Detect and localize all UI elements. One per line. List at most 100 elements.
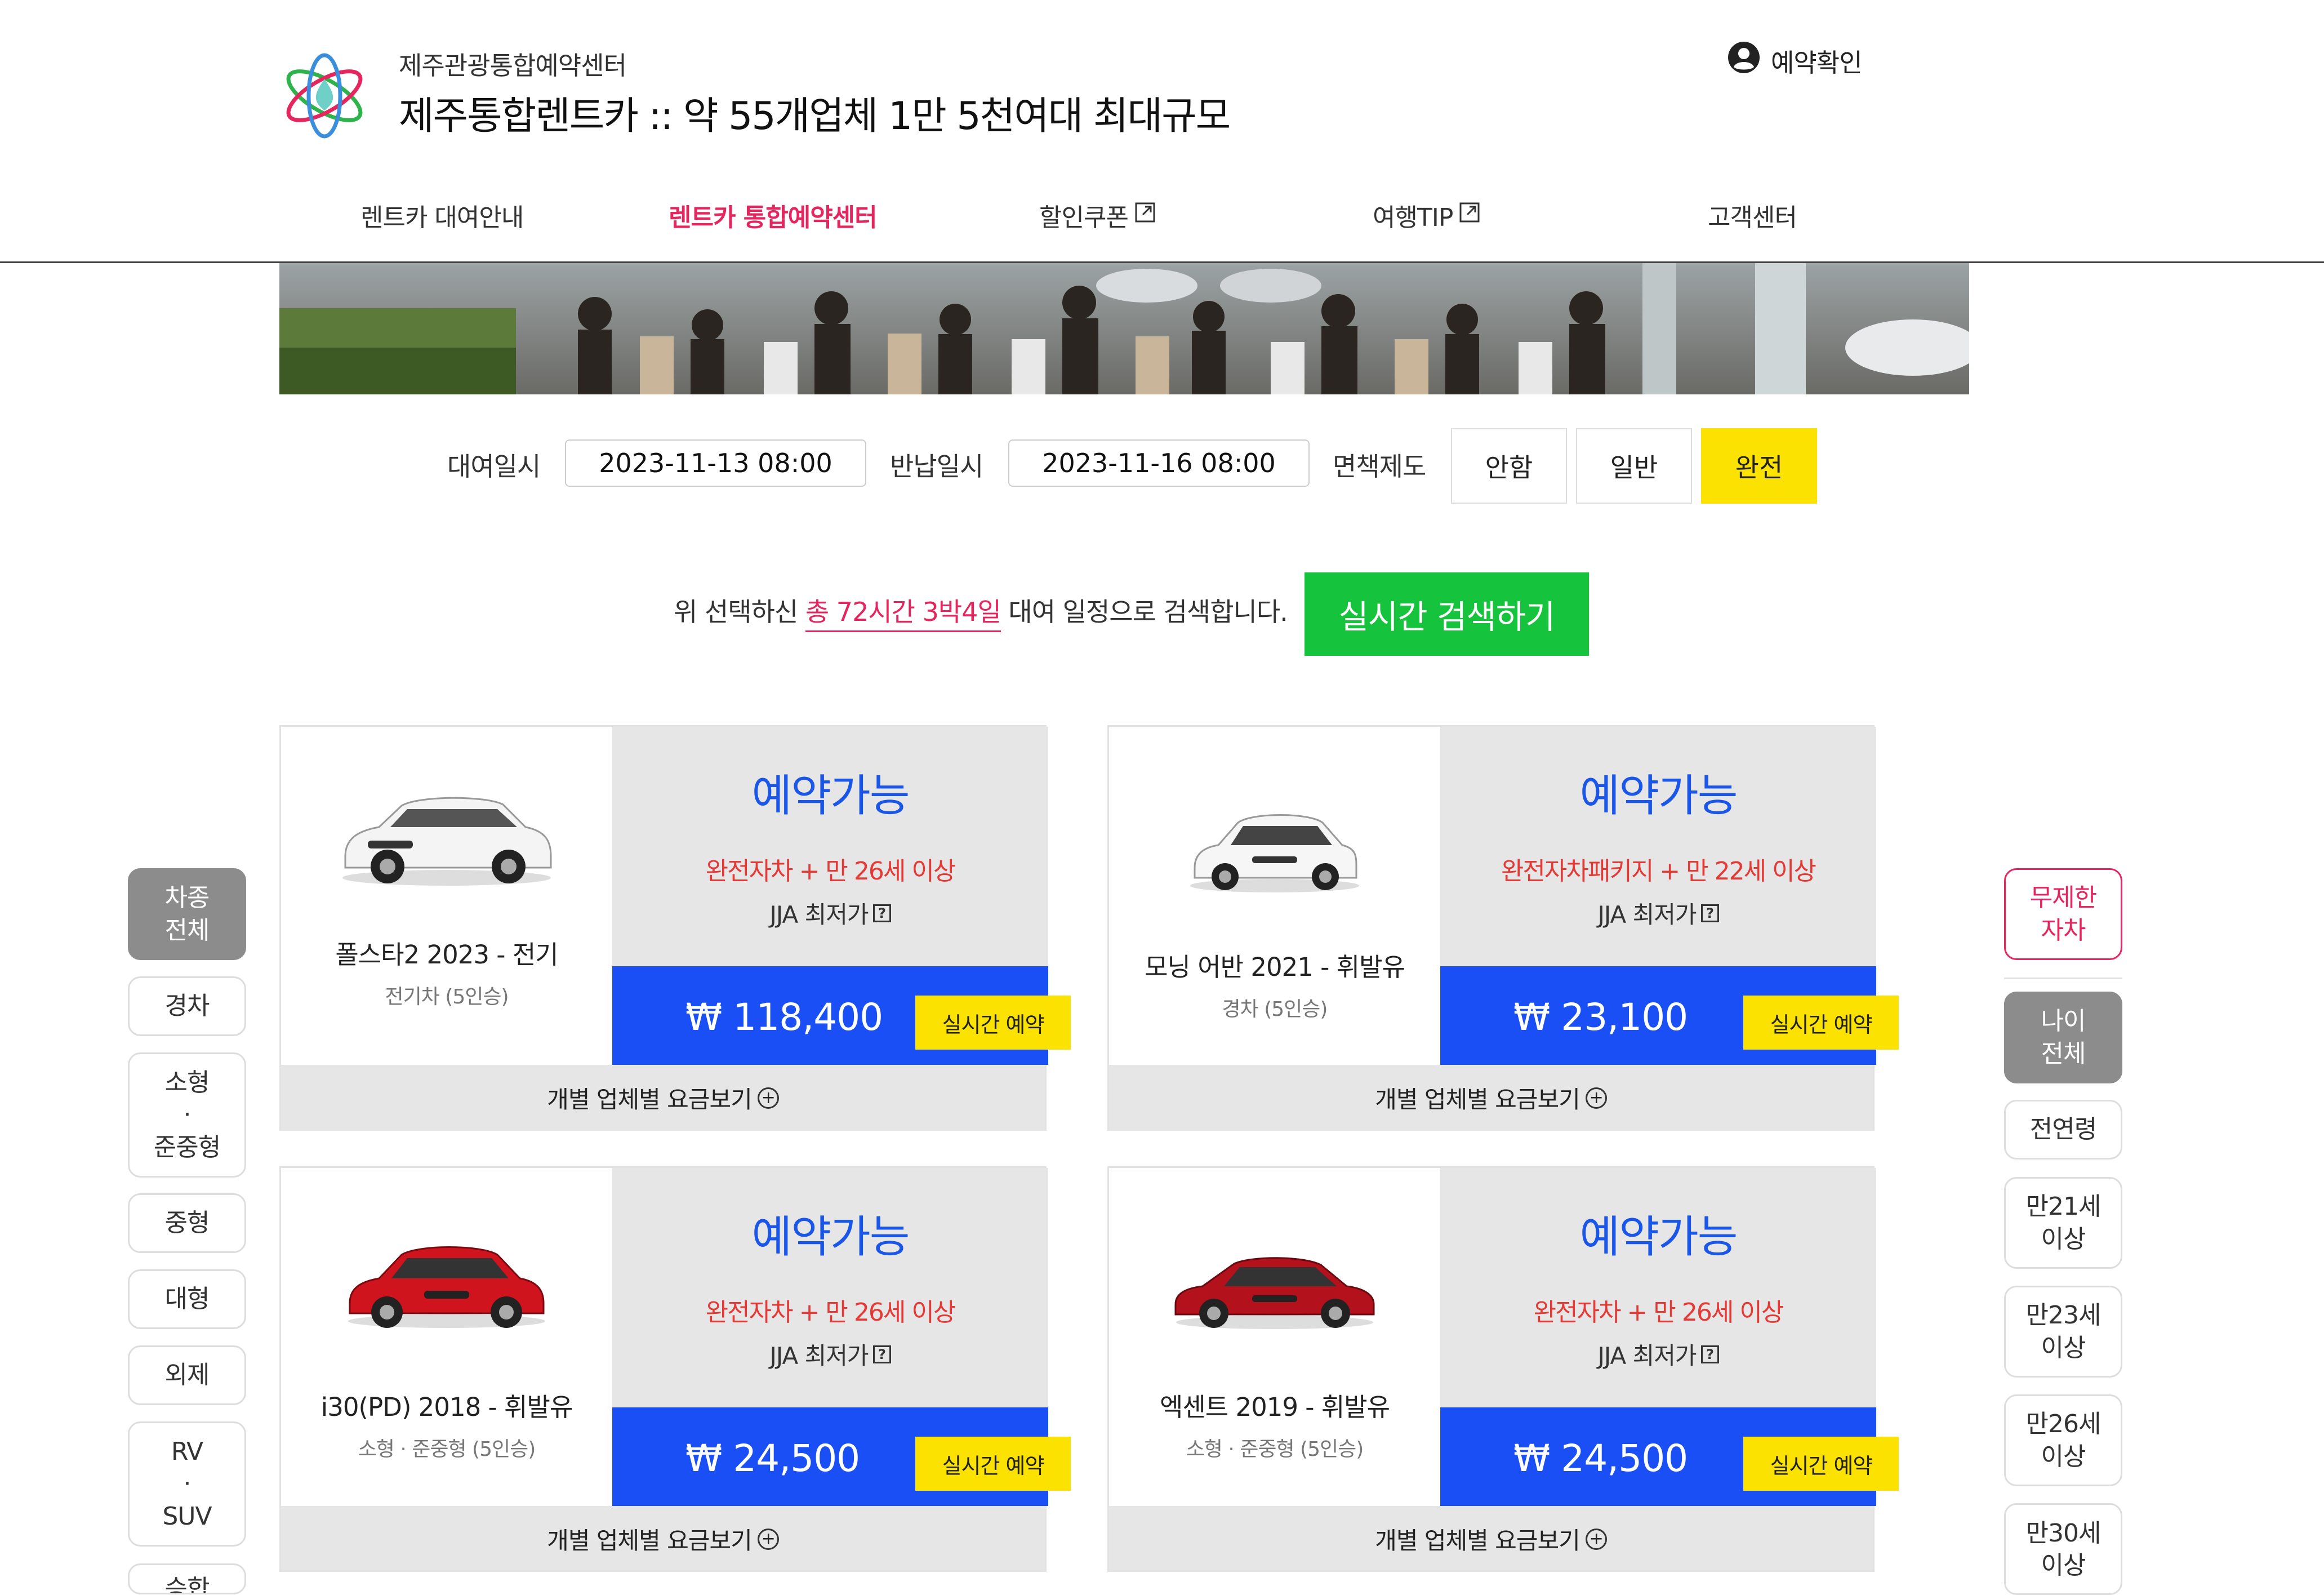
- filter-age-23[interactable]: 만23세 이상: [2004, 1286, 2122, 1378]
- rent-date-input[interactable]: 2023-11-13 08:00: [565, 439, 866, 487]
- price-bar: ₩ 24,500 실시간 예약: [612, 1407, 1071, 1506]
- filter-age-any[interactable]: 전연령: [2004, 1100, 2122, 1159]
- filter-rv-suv[interactable]: RV · SUV: [128, 1421, 246, 1547]
- filter-light-car[interactable]: 경차: [128, 976, 246, 1036]
- plus-circle-icon: +: [1585, 1087, 1607, 1109]
- car-image: [1174, 1257, 1375, 1329]
- car-class: 경차 (5인승): [1222, 998, 1328, 1021]
- price-value: ₩ 118,400: [685, 996, 883, 1039]
- car-image: [348, 1246, 545, 1328]
- price-bar: ₩ 23,100 실시간 예약: [1440, 966, 1899, 1065]
- help-icon[interactable]: ?: [872, 1345, 891, 1363]
- car-name: 폴스타2 2023 - 전기: [335, 940, 558, 970]
- insurance-label: 면책제도: [1333, 451, 1426, 482]
- price-panel: 예약가능 완전자차 + 만 26세 이상 JJA 최저가? ₩ 118,400 …: [612, 727, 1071, 1065]
- plus-circle-icon: +: [1585, 1528, 1607, 1550]
- car-info[interactable]: 엑센트 2019 - 휘발유 소형 · 준중형 (5인승): [1109, 1168, 1440, 1506]
- price-panel: 예약가능 완전자차 + 만 26세 이상 JJA 최저가? ₩ 24,500 실…: [1440, 1168, 1899, 1506]
- filter-midsize-car[interactable]: 중형: [128, 1193, 246, 1253]
- rental-condition: 완전자차 + 만 26세 이상: [705, 857, 956, 886]
- view-company-prices-button[interactable]: 개별 업체별 요금보기 +: [1109, 1506, 1873, 1572]
- filter-age-21[interactable]: 만21세 이상: [2004, 1177, 2122, 1269]
- rent-date-label: 대여일시: [447, 451, 541, 482]
- price-panel: 예약가능 완전자차패키지 + 만 22세 이상 JJA 최저가? ₩ 23,10…: [1440, 727, 1899, 1065]
- user-icon: [1727, 41, 1761, 81]
- car-card: 모닝 어반 2021 - 휘발유 경차 (5인승) 예약가능 완전자차패키지 +…: [1107, 725, 1899, 1131]
- help-icon[interactable]: ?: [1700, 904, 1719, 922]
- realtime-reserve-button[interactable]: 실시간 예약: [1743, 1437, 1899, 1491]
- filter-van[interactable]: 승합: [128, 1563, 246, 1594]
- duration-highlight: 총 72시간 3박4일: [805, 597, 1001, 632]
- view-company-prices-button[interactable]: 개별 업체별 요금보기 +: [281, 1065, 1045, 1131]
- nav-travel-tip[interactable]: 여행TIP: [1373, 197, 1481, 233]
- price-bar: ₩ 118,400 실시간 예약: [612, 966, 1071, 1065]
- realtime-reserve-button[interactable]: 실시간 예약: [915, 996, 1071, 1050]
- car-image: [1190, 814, 1359, 892]
- price-bar: ₩ 24,500 실시간 예약: [1440, 1407, 1899, 1506]
- car-class: 전기차 (5인승): [385, 985, 509, 1008]
- availability-status: 예약가능: [751, 1212, 910, 1263]
- nav-customer-center[interactable]: 고객센터: [1708, 197, 1797, 233]
- filter-car-all[interactable]: 차종 전체: [128, 868, 246, 960]
- filter-age-all[interactable]: 나이 전체: [2004, 992, 2122, 1083]
- car-name: 모닝 어반 2021 - 휘발유: [1145, 952, 1405, 982]
- availability-status: 예약가능: [1579, 1212, 1738, 1263]
- realtime-reserve-button[interactable]: 실시간 예약: [1743, 996, 1899, 1050]
- filter-import-car[interactable]: 외제: [128, 1345, 246, 1405]
- site-logo[interactable]: [279, 46, 369, 145]
- lowest-price-label: JJA 최저가?: [1440, 896, 1876, 930]
- price-value: ₩ 23,100: [1513, 996, 1688, 1039]
- view-company-prices-button[interactable]: 개별 업체별 요금보기 +: [1109, 1065, 1873, 1131]
- realtime-reserve-button[interactable]: 실시간 예약: [915, 1437, 1071, 1491]
- car-info[interactable]: 폴스타2 2023 - 전기 전기차 (5인승): [281, 727, 612, 1065]
- plus-circle-icon: +: [757, 1087, 779, 1109]
- lowest-price-label: JJA 최저가?: [1440, 1337, 1876, 1371]
- rental-condition: 완전자차패키지 + 만 22세 이상: [1501, 857, 1817, 886]
- return-date-input[interactable]: 2023-11-16 08:00: [1008, 439, 1310, 487]
- price-value: ₩ 24,500: [685, 1437, 860, 1480]
- help-icon[interactable]: ?: [1700, 1345, 1719, 1363]
- right-filter-divider: [2004, 978, 2122, 979]
- car-class: 소형 · 준중형 (5인승): [358, 1438, 536, 1461]
- help-icon[interactable]: ?: [872, 904, 891, 922]
- filter-unlimited-insurance[interactable]: 무제한 자차: [2004, 868, 2122, 960]
- car-info[interactable]: 모닝 어반 2021 - 휘발유 경차 (5인승): [1109, 727, 1440, 1065]
- nav-discount-coupon[interactable]: 할인쿠폰: [1039, 197, 1156, 233]
- filter-age-30[interactable]: 만30세 이상: [2004, 1503, 2122, 1595]
- filter-age-26[interactable]: 만26세 이상: [2004, 1394, 2122, 1486]
- nav-rental-guide[interactable]: 렌트카 대여안내: [360, 197, 524, 233]
- view-company-prices-button[interactable]: 개별 업체별 요금보기 +: [281, 1506, 1045, 1572]
- insurance-none-button[interactable]: 안함: [1451, 428, 1567, 504]
- realtime-search-button[interactable]: 실시간 검색하기: [1305, 572, 1589, 656]
- site-name: 제주관광통합예약센터: [399, 51, 627, 81]
- availability-status: 예약가능: [1579, 771, 1738, 821]
- car-card: i30(PD) 2018 - 휘발유 소형 · 준중형 (5인승) 예약가능 완…: [279, 1166, 1071, 1572]
- reservation-check-link[interactable]: 예약확인: [1727, 41, 1863, 81]
- search-summary: 위 선택하신 총 72시간 3박4일 대여 일정으로 검색합니다.: [674, 592, 1288, 632]
- price-panel: 예약가능 완전자차 + 만 26세 이상 JJA 최저가? ₩ 24,500 실…: [612, 1168, 1071, 1506]
- nav-reservation-center[interactable]: 렌트카 통합예약센터: [669, 197, 878, 233]
- car-name: i30(PD) 2018 - 휘발유: [320, 1392, 573, 1422]
- external-link-icon: [1458, 201, 1481, 230]
- rental-condition: 완전자차 + 만 26세 이상: [1533, 1298, 1784, 1327]
- car-card: 엑센트 2019 - 휘발유 소형 · 준중형 (5인승) 예약가능 완전자차 …: [1107, 1166, 1899, 1572]
- page-headline: 제주통합렌트카 :: 약 55개업체 1만 5천여대 최대규모: [399, 94, 1231, 139]
- car-info[interactable]: i30(PD) 2018 - 휘발유 소형 · 준중형 (5인승): [281, 1168, 612, 1506]
- external-link-icon: [1134, 201, 1156, 230]
- car-class: 소형 · 준중형 (5인승): [1186, 1438, 1364, 1461]
- rental-condition: 완전자차 + 만 26세 이상: [705, 1298, 956, 1327]
- insurance-full-button[interactable]: 완전: [1701, 428, 1817, 504]
- lowest-price-label: JJA 최저가?: [612, 1337, 1048, 1371]
- car-name: 엑센트 2019 - 휘발유: [1159, 1392, 1390, 1422]
- banner-image: [279, 263, 1969, 394]
- filter-compact-car[interactable]: 소형 · 준중형: [128, 1052, 246, 1178]
- lowest-price-label: JJA 최저가?: [612, 896, 1048, 930]
- car-card: 폴스타2 2023 - 전기 전기차 (5인승) 예약가능 완전자차 + 만 2…: [279, 725, 1071, 1131]
- plus-circle-icon: +: [757, 1528, 779, 1550]
- reservation-check-label: 예약확인: [1771, 48, 1863, 78]
- availability-status: 예약가능: [751, 771, 910, 821]
- insurance-normal-button[interactable]: 일반: [1576, 428, 1692, 504]
- filter-large-car[interactable]: 대형: [128, 1269, 246, 1329]
- car-image: [342, 797, 552, 886]
- price-value: ₩ 24,500: [1513, 1437, 1688, 1480]
